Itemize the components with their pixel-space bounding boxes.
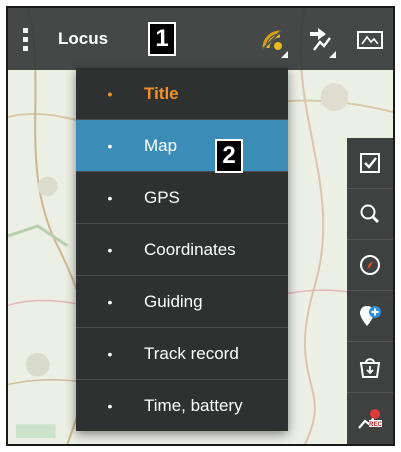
menu-item-guiding[interactable]: • Guiding: [76, 276, 288, 328]
right-sidebar: REC: [347, 138, 393, 444]
download-bag-icon: [359, 358, 381, 378]
menu-item-track-record[interactable]: • Track record: [76, 328, 288, 380]
add-point-button[interactable]: [347, 291, 393, 342]
menu-item-label: GPS: [144, 187, 180, 207]
overflow-menu-icon: [22, 27, 28, 51]
annotation-badge-1: 1: [148, 22, 176, 56]
checkbox-button[interactable]: [347, 138, 393, 189]
search-icon: [360, 204, 380, 224]
menu-item-coordinates[interactable]: • Coordinates: [76, 224, 288, 276]
map-layers-button[interactable]: [352, 22, 388, 58]
track-points-button[interactable]: [302, 22, 338, 58]
overflow-menu-button[interactable]: [8, 8, 42, 70]
annotation-badge-2: 2: [215, 139, 243, 173]
compass-icon: [360, 255, 380, 275]
download-bag-button[interactable]: [347, 342, 393, 393]
menu-item-map[interactable]: • Map: [76, 120, 288, 172]
menu-item-label: Track record: [144, 343, 239, 363]
menu-item-bullet: •: [107, 189, 113, 206]
checkbox-icon: [360, 153, 380, 173]
menu-item-bullet: •: [107, 137, 113, 154]
menu-item-bullet: •: [107, 85, 113, 102]
compass-button[interactable]: [347, 240, 393, 291]
menu-item-label: Time, battery: [144, 396, 243, 415]
search-button[interactable]: [347, 189, 393, 240]
menu-item-bullet: •: [107, 293, 113, 310]
menu-item-label: Coordinates: [144, 239, 236, 259]
menu-item-time-battery[interactable]: • Time, battery: [76, 380, 288, 432]
gps-signal-button[interactable]: [254, 22, 290, 58]
menu-item-label: Map: [144, 135, 178, 155]
display-settings-menu: • Title • Map • GPS • Coordinates • Guiding • Track…: [76, 68, 288, 431]
screenshot-frame: Locus 1 • Title • Map • GPS • Coordinate…: [6, 6, 395, 446]
map-layers-icon: [357, 31, 383, 49]
menu-item-label: Guiding: [144, 291, 203, 311]
app-title: Locus: [58, 29, 109, 48]
gps-signal-icon: [261, 29, 283, 51]
menu-item-title[interactable]: • Title: [76, 68, 288, 120]
top-toolbar: Locus: [8, 8, 393, 70]
menu-item-bullet: •: [107, 345, 113, 362]
track-rec-button[interactable]: REC: [347, 393, 393, 444]
track-rec-icon: REC: [358, 408, 382, 429]
menu-item-gps[interactable]: • GPS: [76, 172, 288, 224]
add-point-icon: [360, 306, 381, 326]
menu-item-bullet: •: [107, 241, 113, 258]
menu-item-bullet: •: [107, 398, 113, 414]
track-points-icon: [310, 28, 331, 51]
menu-item-label: Title: [144, 83, 179, 103]
svg-text:REC: REC: [369, 422, 382, 428]
